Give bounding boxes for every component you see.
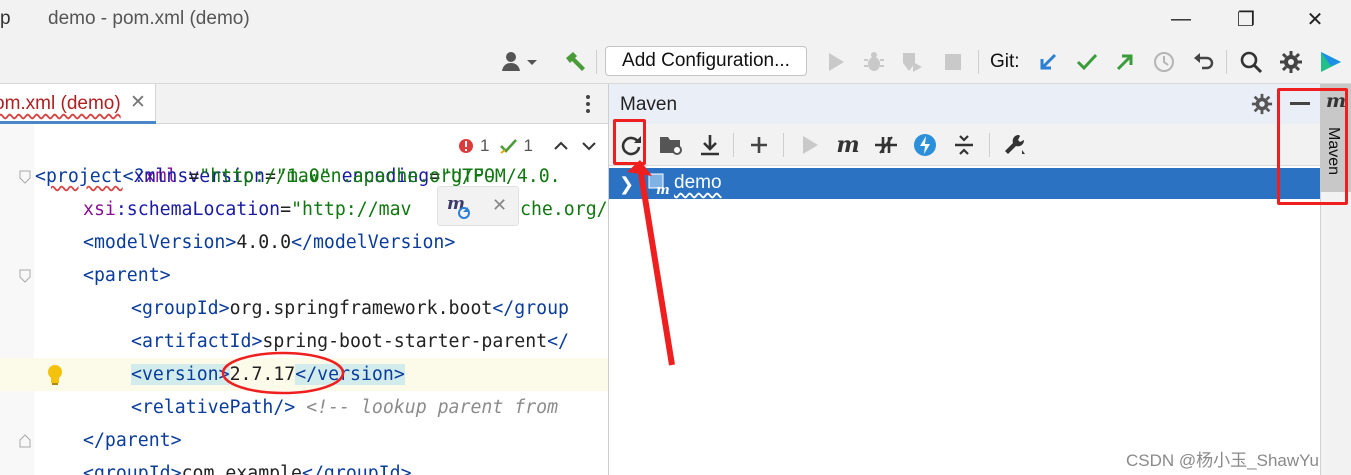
ide-window: p demo - pom.xml (demo) — ❐ ✕ Add Config…	[0, 0, 1351, 475]
annotation-overlay	[221, 160, 675, 395]
watermark: CSDN @杨小玉_ShawYu	[1126, 451, 1319, 470]
annotation-arrow	[637, 166, 675, 366]
annotation-arrowhead	[627, 160, 652, 176]
annotation-ellipse-version	[221, 351, 345, 395]
